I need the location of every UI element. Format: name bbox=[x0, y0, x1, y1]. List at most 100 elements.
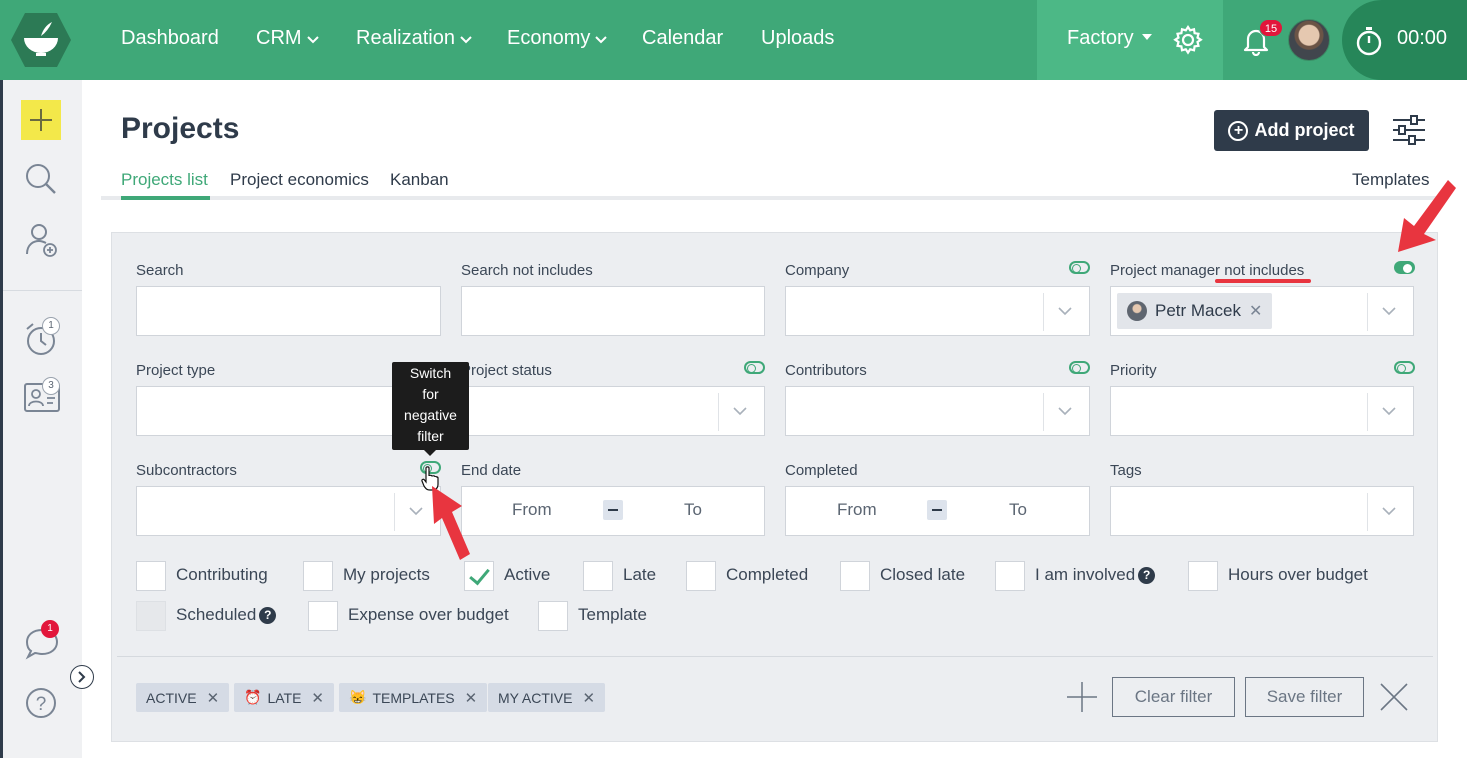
subcontractors-select[interactable] bbox=[136, 486, 441, 536]
checkbox-expense-over-budget[interactable] bbox=[308, 601, 338, 631]
project-manager-negate-toggle[interactable] bbox=[1394, 261, 1415, 274]
alarm-clock-icon: ⏰ bbox=[244, 689, 262, 705]
checkbox-late[interactable] bbox=[583, 561, 613, 591]
chevron-right-icon bbox=[78, 671, 86, 683]
chevron-down-icon bbox=[1058, 407, 1072, 416]
contributors-negate-toggle[interactable] bbox=[1069, 361, 1090, 374]
tooltip-line: for bbox=[422, 386, 439, 402]
checkbox-contributing[interactable] bbox=[136, 561, 166, 591]
alarm-badge: 1 bbox=[42, 317, 60, 335]
checkbox-scheduled[interactable] bbox=[136, 601, 166, 631]
end-date-from[interactable]: From bbox=[512, 500, 552, 520]
project-manager-label-negation: not includes bbox=[1220, 262, 1305, 279]
contributors-select[interactable] bbox=[785, 386, 1090, 436]
quick-add-button[interactable] bbox=[21, 100, 61, 140]
nav-realization[interactable]: Realization bbox=[356, 27, 472, 50]
company-label: Company bbox=[785, 262, 850, 279]
search-not-includes-label: Search not includes bbox=[461, 262, 593, 279]
select-divider bbox=[1043, 393, 1044, 431]
chevron-down-icon bbox=[460, 36, 472, 44]
help-icon[interactable]: ? bbox=[1138, 567, 1156, 584]
tab-kanban[interactable]: Kanban bbox=[390, 170, 449, 190]
add-filter-icon[interactable] bbox=[1066, 681, 1098, 713]
caret-down-icon bbox=[1142, 34, 1152, 40]
clear-filter-button[interactable]: Clear filter bbox=[1112, 677, 1235, 717]
nav-economy[interactable]: Economy bbox=[507, 27, 608, 50]
remove-filter-icon[interactable]: ✕ bbox=[582, 689, 595, 707]
remove-filter-icon[interactable]: ✕ bbox=[311, 689, 324, 707]
saved-filter-active[interactable]: ACTIVE ✕ bbox=[136, 683, 230, 712]
priority-negate-toggle[interactable] bbox=[1394, 361, 1415, 374]
project-status-label: Project status bbox=[461, 362, 552, 379]
select-divider bbox=[1367, 393, 1368, 431]
checkbox-label: Scheduled? bbox=[176, 605, 277, 625]
stopwatch-icon[interactable] bbox=[1353, 24, 1385, 58]
chat-badge: 1 bbox=[41, 620, 59, 638]
tab-projects-list[interactable]: Projects list bbox=[121, 170, 208, 190]
checkbox-active[interactable] bbox=[464, 561, 494, 591]
checkbox-completed[interactable] bbox=[686, 561, 716, 591]
plus-circle-icon: + bbox=[1228, 120, 1249, 141]
select-divider bbox=[718, 393, 719, 431]
checkbox-hours-over-budget[interactable] bbox=[1188, 561, 1218, 591]
add-project-label: Add project bbox=[1254, 120, 1355, 140]
nav-uploads[interactable]: Uploads bbox=[761, 27, 834, 50]
range-separator-icon bbox=[603, 500, 623, 520]
checkbox-template[interactable] bbox=[538, 601, 568, 631]
help-circle-icon[interactable]: ? bbox=[24, 686, 58, 720]
checkbox-i-am-involved[interactable] bbox=[995, 561, 1025, 591]
add-user-icon[interactable] bbox=[24, 222, 60, 258]
saved-filter-label: LATE bbox=[267, 689, 302, 706]
saved-filter-late[interactable]: ⏰ LATE ✕ bbox=[234, 683, 334, 712]
saved-filter-label: TEMPLATES bbox=[372, 689, 455, 706]
checkbox-label: Contributing bbox=[176, 565, 268, 584]
active-tab-indicator bbox=[121, 196, 210, 200]
nav-dashboard-label: Dashboard bbox=[121, 27, 219, 49]
project-status-negate-toggle[interactable] bbox=[744, 361, 765, 374]
project-manager-label-main: Project manager bbox=[1110, 262, 1221, 279]
saved-filter-my-active[interactable]: MY ACTIVE ✕ bbox=[488, 683, 606, 712]
tab-project-economics[interactable]: Project economics bbox=[230, 170, 369, 190]
nav-dashboard[interactable]: Dashboard bbox=[121, 27, 219, 50]
add-project-button[interactable]: + Add project bbox=[1214, 110, 1369, 151]
checkbox-closed-late[interactable] bbox=[840, 561, 870, 591]
checkbox-label: Completed bbox=[726, 565, 809, 584]
search-not-includes-input[interactable] bbox=[461, 286, 765, 336]
checkbox-label: Closed late bbox=[880, 565, 966, 584]
search-icon[interactable] bbox=[24, 162, 58, 196]
company-negate-toggle[interactable] bbox=[1069, 261, 1090, 274]
workspace-name: Factory bbox=[1067, 27, 1134, 49]
remove-chip-icon[interactable]: ✕ bbox=[1249, 301, 1262, 321]
range-separator-icon bbox=[927, 500, 947, 520]
nav-calendar[interactable]: Calendar bbox=[642, 27, 723, 50]
saved-filter-templates[interactable]: 😸 TEMPLATES ✕ bbox=[339, 683, 488, 712]
user-avatar[interactable] bbox=[1288, 19, 1330, 61]
gear-icon[interactable] bbox=[1172, 24, 1204, 56]
completed-to[interactable]: To bbox=[1009, 500, 1027, 520]
priority-select[interactable] bbox=[1110, 386, 1414, 436]
checkbox-label: My projects bbox=[343, 565, 430, 584]
project-status-select[interactable] bbox=[461, 386, 765, 436]
sliders-icon[interactable] bbox=[1392, 114, 1426, 146]
sidebar-divider bbox=[3, 290, 82, 291]
app-logo-icon[interactable] bbox=[10, 12, 72, 68]
tooltip-line: filter bbox=[417, 428, 444, 444]
company-select[interactable] bbox=[785, 286, 1090, 336]
search-input[interactable] bbox=[136, 286, 441, 336]
tags-select[interactable] bbox=[1110, 486, 1414, 536]
end-date-to[interactable]: To bbox=[684, 500, 702, 520]
nav-crm[interactable]: CRM bbox=[256, 27, 319, 50]
sidebar-expand-button[interactable] bbox=[70, 665, 94, 689]
help-icon[interactable]: ? bbox=[259, 607, 277, 624]
completed-from[interactable]: From bbox=[837, 500, 877, 520]
saved-filter-label: ACTIVE bbox=[146, 689, 197, 706]
selected-manager-chip: Petr Macek ✕ bbox=[1117, 293, 1273, 329]
remove-filter-icon[interactable]: ✕ bbox=[465, 689, 478, 707]
close-icon[interactable] bbox=[1380, 683, 1408, 711]
timer-value: 00:00 bbox=[1397, 27, 1448, 49]
save-filter-button[interactable]: Save filter bbox=[1245, 677, 1364, 717]
help-circle-glyph: ? bbox=[36, 694, 47, 715]
remove-filter-icon[interactable]: ✕ bbox=[207, 689, 220, 707]
selected-manager-name: Petr Macek bbox=[1155, 301, 1241, 320]
checkbox-my-projects[interactable] bbox=[303, 561, 333, 591]
